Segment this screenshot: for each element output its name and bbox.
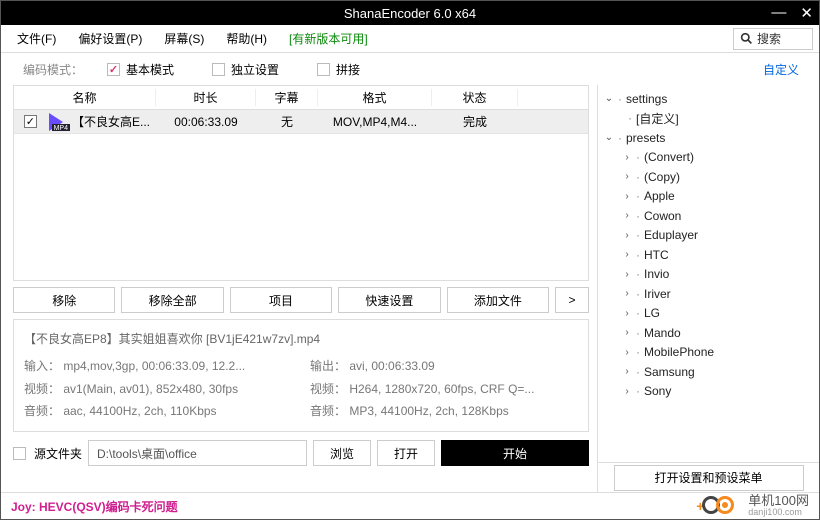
tree-preset-item[interactable]: ›·Samsung [604,362,815,382]
search-icon [740,32,753,45]
chevron-down-icon: ⌄ [604,132,614,143]
remove-all-button[interactable]: 移除全部 [121,287,223,313]
source-folder-checkbox[interactable] [13,447,26,460]
chevron-right-icon: › [622,191,632,202]
chevron-right-icon: › [622,288,632,299]
chevron-right-icon: › [622,327,632,338]
window-title: ShanaEncoder 6.0 x64 [344,6,476,21]
project-button[interactable]: 项目 [230,287,332,313]
chevron-right-icon: › [622,308,632,319]
mode-individual[interactable]: 独立设置 [212,61,279,78]
preset-tree: ⌄·settings ·[自定义] ⌄·presets ›·(Convert)›… [598,85,819,462]
search-input[interactable]: 搜索 [733,28,813,50]
menu-screen[interactable]: 屏幕(S) [154,26,214,51]
tree-preset-item[interactable]: ›·(Copy) [604,167,815,187]
file-info-panel: 【不良女高EP8】其实姐姐喜欢你 [BV1jE421w7zv].mp4 输入： … [13,319,589,432]
close-button[interactable]: ✕ [800,4,813,22]
start-button[interactable]: 开始 [441,440,589,466]
table-row[interactable]: MP4 【不良女高E... 00:06:33.09 无 MOV,MP4,M4..… [14,110,588,134]
tree-preset-item[interactable]: ›·Apple [604,187,815,207]
info-filename: 【不良女高EP8】其实姐姐喜欢你 [BV1jE421w7zv].mp4 [24,328,578,351]
menu-file[interactable]: 文件(F) [7,26,66,51]
row-status: 完成 [432,113,518,130]
tree-custom[interactable]: ·[自定义] [604,109,815,129]
col-format[interactable]: 格式 [318,89,432,106]
info-output-audio: 音频： MP3, 44100Hz, 2ch, 128Kbps [310,400,578,423]
mode-basic[interactable]: 基本模式 [107,61,174,78]
output-path[interactable]: D:\tools\桌面\office [88,440,307,466]
more-button[interactable]: > [555,287,589,313]
chevron-right-icon: › [622,249,632,260]
chevron-right-icon: › [622,269,632,280]
col-duration[interactable]: 时长 [156,89,256,106]
file-table: 名称 时长 字幕 格式 状态 MP4 【不良女高E... 00:06:33.09… [13,85,589,281]
chevron-down-icon: ⌄ [604,93,614,104]
menu-help[interactable]: 帮助(H) [216,26,277,51]
chevron-right-icon: › [622,171,632,182]
custom-link[interactable]: 自定义 [763,61,799,78]
tree-preset-item[interactable]: ›·Eduplayer [604,226,815,246]
checkbox-icon [212,63,225,76]
row-subtitle: 无 [256,113,318,130]
tree-preset-item[interactable]: ›·Invio [604,265,815,285]
browse-button[interactable]: 浏览 [313,440,371,466]
brand-logo-icon: + [702,496,742,516]
tree-preset-item[interactable]: ›·MobilePhone [604,343,815,363]
watermark-brand: + 单机100网danji100.com [702,494,809,518]
tree-presets[interactable]: ⌄·presets [604,128,815,148]
search-placeholder: 搜索 [757,30,781,47]
row-filename: 【不良女高E... [72,113,150,130]
col-status[interactable]: 状态 [432,89,518,106]
col-subtitle[interactable]: 字幕 [256,89,318,106]
minimize-button[interactable]: ― [771,4,786,22]
open-button[interactable]: 打开 [377,440,435,466]
source-folder-label: 源文件夹 [34,445,82,462]
tree-preset-item[interactable]: ›·(Convert) [604,148,815,168]
row-checkbox[interactable] [24,115,37,128]
status-message[interactable]: Joy: HEVC(QSV)编码卡死问题 [11,498,178,515]
chevron-right-icon: › [622,210,632,221]
col-name[interactable]: 名称 [14,89,156,106]
checkbox-icon [317,63,330,76]
info-input: 输入： mp4,mov,3gp, 00:06:33.09, 12.2... [24,355,292,378]
chevron-right-icon: › [622,347,632,358]
tree-settings[interactable]: ⌄·settings [604,89,815,109]
row-format: MOV,MP4,M4... [318,115,432,129]
info-output-video: 视频： H264, 1280x720, 60fps, CRF Q=... [310,378,578,401]
tree-preset-item[interactable]: ›·HTC [604,245,815,265]
row-duration: 00:06:33.09 [156,115,256,129]
info-input-audio: 音频： aac, 44100Hz, 2ch, 110Kbps [24,400,292,423]
chevron-right-icon: › [622,152,632,163]
checkbox-icon [107,63,120,76]
tree-preset-item[interactable]: ›·Mando [604,323,815,343]
chevron-right-icon: › [622,366,632,377]
add-file-button[interactable]: 添加文件 [447,287,549,313]
chevron-right-icon: › [622,230,632,241]
tree-preset-item[interactable]: ›·LG [604,304,815,324]
menu-preferences[interactable]: 偏好设置(P) [68,26,152,51]
mode-concat[interactable]: 拼接 [317,61,360,78]
tree-preset-item[interactable]: ›·Iriver [604,284,815,304]
info-input-video: 视频： av1(Main, av01), 852x480, 30fps [24,378,292,401]
quick-settings-button[interactable]: 快速设置 [338,287,440,313]
open-presets-menu-button[interactable]: 打开设置和预设菜单 [614,465,804,491]
info-output: 输出： avi, 00:06:33.09 [310,355,578,378]
encode-mode-label: 编码模式： [23,61,83,78]
tree-preset-item[interactable]: ›·Sony [604,382,815,402]
chevron-right-icon: › [622,386,632,397]
remove-button[interactable]: 移除 [13,287,115,313]
tree-preset-item[interactable]: ›·Cowon [604,206,815,226]
video-file-icon: MP4 [43,113,68,131]
menu-update-available[interactable]: [有新版本可用] [279,26,378,51]
